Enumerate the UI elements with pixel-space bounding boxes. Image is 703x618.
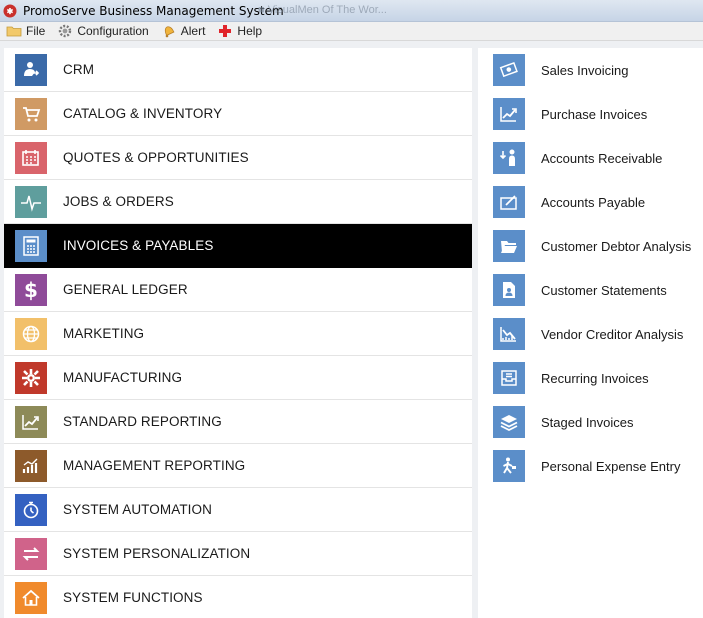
- module-label: MANUFACTURING: [63, 370, 183, 385]
- submodule-personal-expense-entry[interactable]: Personal Expense Entry: [478, 444, 703, 488]
- gears-icon: [15, 361, 47, 394]
- calendar-icon: [15, 141, 47, 174]
- submodule-vendor-creditor-analysis[interactable]: Vendor Creditor Analysis: [478, 312, 703, 356]
- stopwatch-icon: [15, 493, 47, 526]
- cart-icon: [15, 97, 47, 130]
- module-invoices-payables[interactable]: INVOICES & PAYABLES: [4, 224, 472, 268]
- money-icon: [493, 54, 525, 86]
- module-list: CRM CATALOG & INVENTORY QUOTES & OPPORTU…: [4, 48, 472, 618]
- submodule-label: Personal Expense Entry: [541, 458, 681, 474]
- folder-icon: [6, 24, 22, 38]
- module-label: GENERAL LEDGER: [63, 282, 188, 297]
- submodule-purchase-invoices[interactable]: Purchase Invoices: [478, 92, 703, 136]
- bell-icon: [161, 24, 177, 38]
- submodule-label: Customer Debtor Analysis: [541, 238, 692, 254]
- submodule-label: Recurring Invoices: [541, 370, 649, 386]
- module-label: MARKETING: [63, 326, 145, 341]
- menu-configuration[interactable]: Configuration: [57, 24, 149, 38]
- app-logo-icon: ✱: [3, 4, 17, 18]
- home-icon: [15, 581, 47, 614]
- module-label: CRM: [63, 62, 95, 77]
- submodule-label: Vendor Creditor Analysis: [541, 326, 684, 342]
- menu-configuration-label: Configuration: [77, 24, 149, 38]
- submodule-customer-statements[interactable]: Customer Statements: [478, 268, 703, 312]
- submodule-accounts-receivable[interactable]: Accounts Receivable: [478, 136, 703, 180]
- module-crm[interactable]: CRM: [4, 48, 472, 92]
- submodule-list: Sales Invoicing Purchase Invoices Accoun…: [478, 48, 703, 618]
- module-label: QUOTES & OPPORTUNITIES: [63, 150, 249, 165]
- module-system-functions[interactable]: SYSTEM FUNCTIONS: [4, 576, 472, 618]
- folder-open-icon: [493, 230, 525, 262]
- module-label: STANDARD REPORTING: [63, 414, 222, 429]
- module-label: SYSTEM FUNCTIONS: [63, 590, 203, 605]
- crm-user-icon: [15, 53, 47, 86]
- menu-file[interactable]: File: [6, 24, 45, 38]
- edit-box-icon: [493, 186, 525, 218]
- submodule-label: Purchase Invoices: [541, 106, 648, 122]
- submodule-label: Customer Statements: [541, 282, 667, 298]
- layers-icon: [493, 406, 525, 438]
- chart-down-icon: [493, 318, 525, 350]
- module-label: CATALOG & INVENTORY: [63, 106, 223, 121]
- menu-help-label: Help: [237, 24, 263, 38]
- submodule-label: Sales Invoicing: [541, 62, 629, 78]
- receive-person-icon: [493, 142, 525, 174]
- gear-icon: [57, 24, 73, 38]
- submodule-staged-invoices[interactable]: Staged Invoices: [478, 400, 703, 444]
- svg-text:✱: ✱: [7, 7, 14, 16]
- module-standard-reporting[interactable]: STANDARD REPORTING: [4, 400, 472, 444]
- menu-help[interactable]: Help: [217, 24, 262, 38]
- dollar-icon: $: [15, 273, 47, 306]
- title-bar[interactable]: ✱ PromoServe Business Management System …: [0, 0, 703, 22]
- submodule-recurring-invoices[interactable]: Recurring Invoices: [478, 356, 703, 400]
- module-label: SYSTEM PERSONALIZATION: [63, 546, 251, 561]
- menu-file-label: File: [26, 24, 46, 38]
- calculator-icon: [15, 229, 47, 262]
- submodule-sales-invoicing[interactable]: Sales Invoicing: [478, 48, 703, 92]
- module-management-reporting[interactable]: MANAGEMENT REPORTING: [4, 444, 472, 488]
- module-label: JOBS & ORDERS: [63, 194, 174, 209]
- module-label: MANAGEMENT REPORTING: [63, 458, 246, 473]
- module-label: INVOICES & PAYABLES: [63, 238, 214, 253]
- module-catalog-inventory[interactable]: CATALOG & INVENTORY: [4, 92, 472, 136]
- walking-person-icon: [493, 450, 525, 482]
- globe-icon: [15, 317, 47, 350]
- tray-icon: [493, 362, 525, 394]
- bar-chart-icon: [15, 449, 47, 482]
- file-person-icon: [493, 274, 525, 306]
- chart-up-icon: [493, 98, 525, 130]
- chart-up-icon: [15, 405, 47, 438]
- menu-alert-label: Alert: [180, 24, 206, 38]
- background-window-title: ■ VisualMen Of The Wor...: [258, 4, 387, 16]
- submodule-label: Accounts Receivable: [541, 150, 663, 166]
- module-quotes-opportunities[interactable]: QUOTES & OPPORTUNITIES: [4, 136, 472, 180]
- menu-alert[interactable]: Alert: [161, 24, 206, 38]
- module-label: SYSTEM AUTOMATION: [63, 502, 212, 517]
- window-title: PromoServe Business Management System: [23, 3, 284, 18]
- submodule-label: Accounts Payable: [541, 194, 646, 210]
- module-jobs-orders[interactable]: JOBS & ORDERS: [4, 180, 472, 224]
- swap-arrows-icon: [15, 537, 47, 570]
- module-system-automation[interactable]: SYSTEM AUTOMATION: [4, 488, 472, 532]
- submodule-accounts-payable[interactable]: Accounts Payable: [478, 180, 703, 224]
- module-marketing[interactable]: MARKETING: [4, 312, 472, 356]
- menu-bar: File Configuration Alert Help: [0, 22, 703, 41]
- pulse-icon: [15, 185, 47, 218]
- help-cross-icon: [217, 24, 233, 38]
- submodule-label: Staged Invoices: [541, 414, 634, 430]
- module-system-personalization[interactable]: SYSTEM PERSONALIZATION: [4, 532, 472, 576]
- module-manufacturing[interactable]: MANUFACTURING: [4, 356, 472, 400]
- module-general-ledger[interactable]: $ GENERAL LEDGER: [4, 268, 472, 312]
- submodule-customer-debtor-analysis[interactable]: Customer Debtor Analysis: [478, 224, 703, 268]
